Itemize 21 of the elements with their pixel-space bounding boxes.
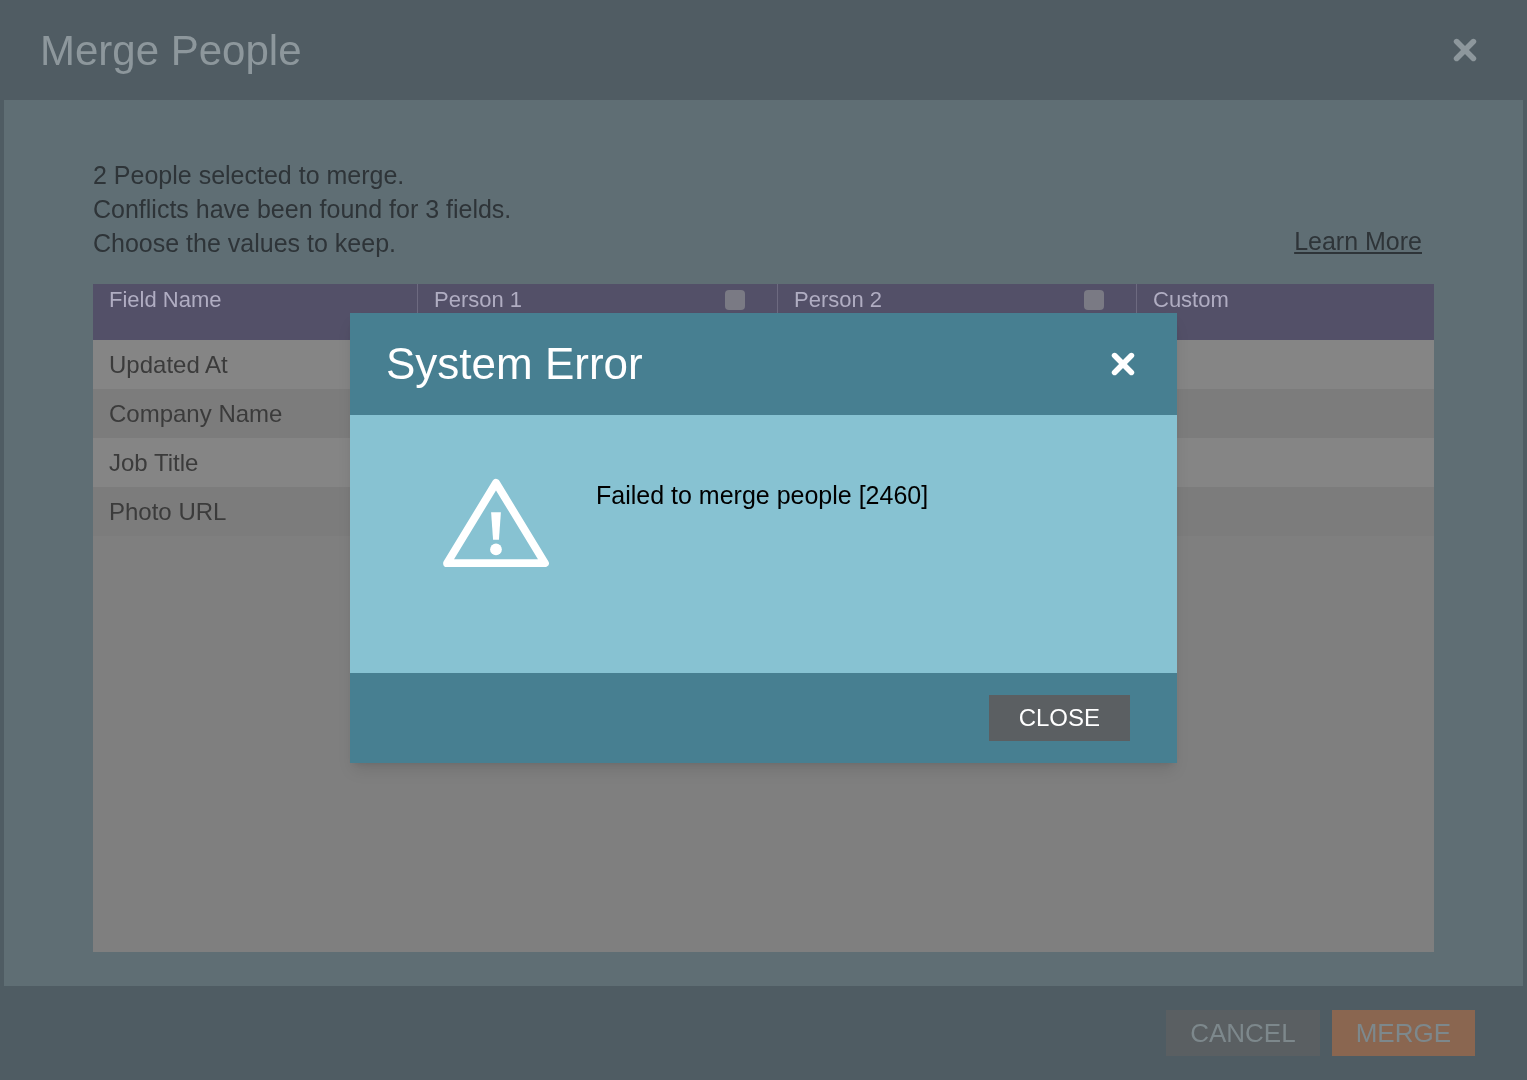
column-label: Custom <box>1153 287 1229 313</box>
close-button[interactable]: CLOSE <box>988 695 1130 741</box>
dialog-title: Merge People <box>40 25 302 76</box>
merge-button[interactable]: MERGE <box>1331 1010 1475 1056</box>
error-title: System Error <box>386 338 643 390</box>
intro-text: Choose the values to keep. <box>93 228 397 259</box>
close-icon[interactable] <box>1451 36 1479 64</box>
field-name: Company Name <box>109 398 283 429</box>
column-label: Field Name <box>109 287 222 313</box>
column-label: Person 1 <box>434 287 523 313</box>
learn-more-link[interactable]: Learn More <box>1294 222 1422 260</box>
field-name: Job Title <box>109 447 199 478</box>
column-checkbox[interactable] <box>1084 290 1104 310</box>
error-message: Failed to merge people [2460] <box>596 480 929 511</box>
close-icon[interactable] <box>1109 350 1137 378</box>
column-label: Person 2 <box>794 287 883 313</box>
field-name: Photo URL <box>109 496 227 527</box>
column-checkbox[interactable] <box>725 290 745 310</box>
field-name: Updated At <box>109 349 228 380</box>
intro-text: 2 People selected to merge. <box>93 160 406 191</box>
intro-text: Conflicts have been found for 3 fields. <box>93 194 512 225</box>
